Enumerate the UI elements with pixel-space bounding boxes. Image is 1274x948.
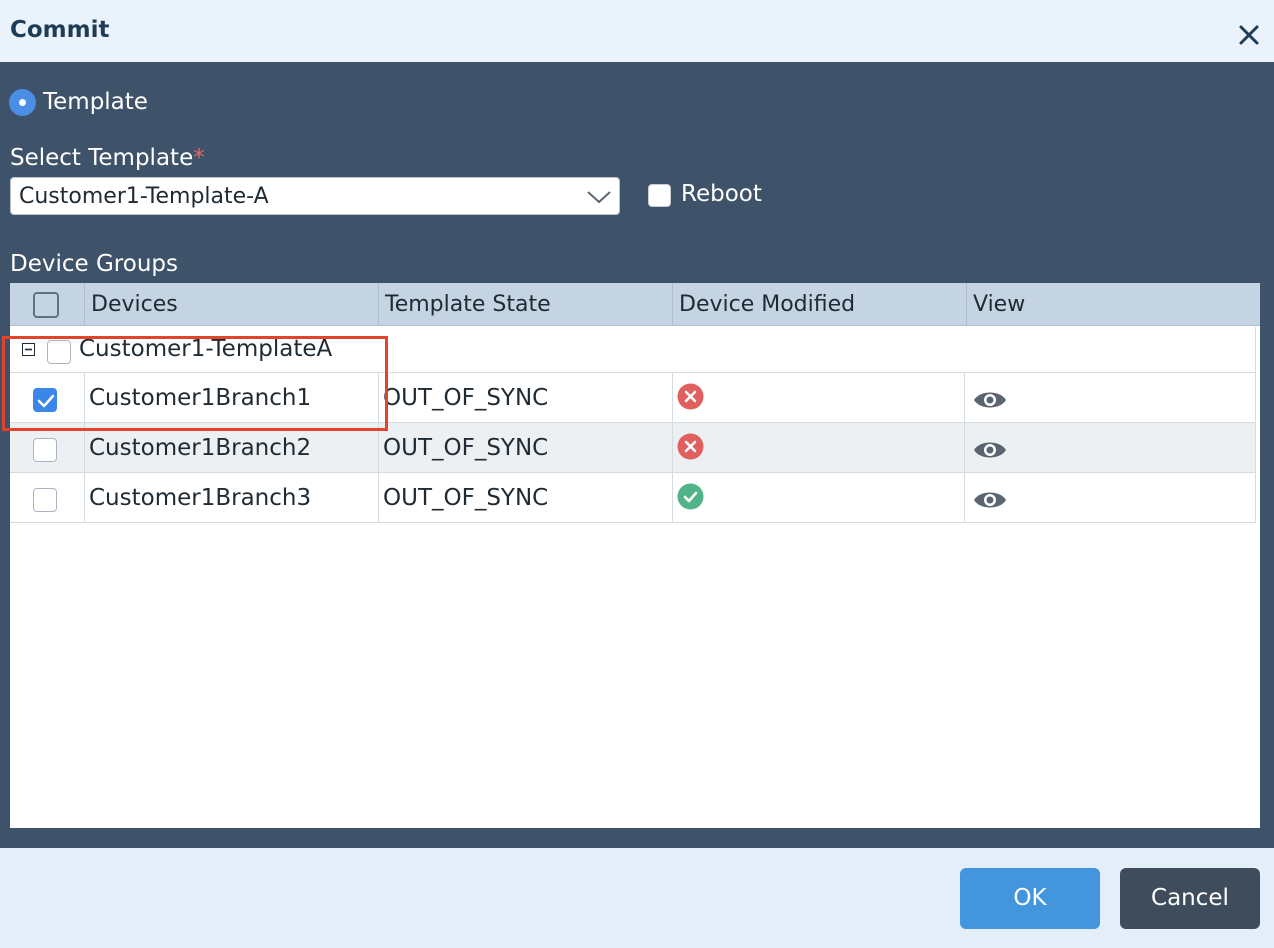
table-row[interactable]: Customer1Branch1 OUT_OF_SYNC bbox=[10, 373, 1256, 423]
template-select[interactable]: Customer1-Template-A bbox=[10, 177, 620, 215]
row-select-cell bbox=[10, 473, 85, 523]
group-checkbox[interactable] bbox=[47, 340, 71, 364]
check-icon bbox=[37, 394, 55, 408]
view-cell bbox=[965, 373, 1256, 423]
row-checkbox[interactable] bbox=[33, 388, 57, 412]
row-select-cell bbox=[10, 373, 85, 423]
column-header-template-state[interactable]: Template State bbox=[379, 283, 673, 326]
row-checkbox[interactable] bbox=[33, 438, 57, 462]
select-template-label: Select Template* bbox=[10, 145, 205, 171]
modified-cell bbox=[673, 423, 965, 473]
device-cell: Customer1Branch2 bbox=[85, 423, 379, 473]
cancel-button[interactable]: Cancel bbox=[1120, 868, 1260, 929]
collapse-icon[interactable] bbox=[22, 343, 35, 356]
group-label: Customer1-TemplateA bbox=[79, 336, 333, 362]
device-cell: Customer1Branch1 bbox=[85, 373, 379, 423]
view-cell bbox=[965, 473, 1256, 523]
state-cell: OUT_OF_SYNC bbox=[379, 473, 673, 523]
dialog-header: Commit bbox=[0, 0, 1274, 62]
reboot-checkbox[interactable] bbox=[648, 184, 671, 207]
select-all-checkbox[interactable] bbox=[33, 292, 59, 318]
reboot-label: Reboot bbox=[681, 181, 762, 207]
error-icon bbox=[677, 433, 704, 460]
select-template-label-text: Select Template bbox=[10, 145, 194, 171]
ok-button[interactable]: OK bbox=[960, 868, 1100, 929]
device-cell: Customer1Branch3 bbox=[85, 473, 379, 523]
success-icon bbox=[677, 483, 704, 510]
state-cell: OUT_OF_SYNC bbox=[379, 373, 673, 423]
row-select-cell bbox=[10, 423, 85, 473]
template-radio-label: Template bbox=[43, 89, 148, 115]
chevron-down-icon bbox=[587, 191, 611, 204]
modified-cell bbox=[673, 473, 965, 523]
device-name: Customer1Branch3 bbox=[89, 485, 312, 511]
table-header: Devices Template State Device Modified V… bbox=[10, 283, 1260, 326]
device-groups-table: Devices Template State Device Modified V… bbox=[10, 283, 1260, 828]
device-groups-label: Device Groups bbox=[10, 251, 178, 277]
template-radio[interactable] bbox=[9, 89, 36, 116]
column-header-devices[interactable]: Devices bbox=[85, 283, 379, 326]
template-select-value: Customer1-Template-A bbox=[19, 184, 269, 209]
device-name: Customer1Branch2 bbox=[89, 435, 312, 461]
error-icon bbox=[677, 383, 704, 410]
template-state: OUT_OF_SYNC bbox=[383, 435, 549, 461]
column-header-device-modified[interactable]: Device Modified bbox=[673, 283, 967, 326]
required-mark: * bbox=[193, 145, 205, 171]
table-row[interactable]: Customer1Branch2 OUT_OF_SYNC bbox=[10, 423, 1256, 473]
device-name: Customer1Branch1 bbox=[89, 385, 312, 411]
header-select-cell bbox=[10, 283, 85, 326]
dialog-footer: OK Cancel bbox=[0, 848, 1274, 948]
close-icon[interactable] bbox=[1236, 22, 1262, 48]
modified-cell bbox=[673, 373, 965, 423]
state-cell: OUT_OF_SYNC bbox=[379, 423, 673, 473]
template-state: OUT_OF_SYNC bbox=[383, 485, 549, 511]
eye-icon[interactable] bbox=[973, 439, 1007, 461]
eye-icon[interactable] bbox=[973, 389, 1007, 411]
dialog-title: Commit bbox=[10, 17, 110, 43]
table-row[interactable]: Customer1Branch3 OUT_OF_SYNC bbox=[10, 473, 1256, 523]
template-state: OUT_OF_SYNC bbox=[383, 385, 549, 411]
row-checkbox[interactable] bbox=[33, 488, 57, 512]
view-cell bbox=[965, 423, 1256, 473]
column-header-view[interactable]: View bbox=[967, 283, 1260, 326]
eye-icon[interactable] bbox=[973, 489, 1007, 511]
group-row: Customer1-TemplateA bbox=[10, 327, 1256, 373]
